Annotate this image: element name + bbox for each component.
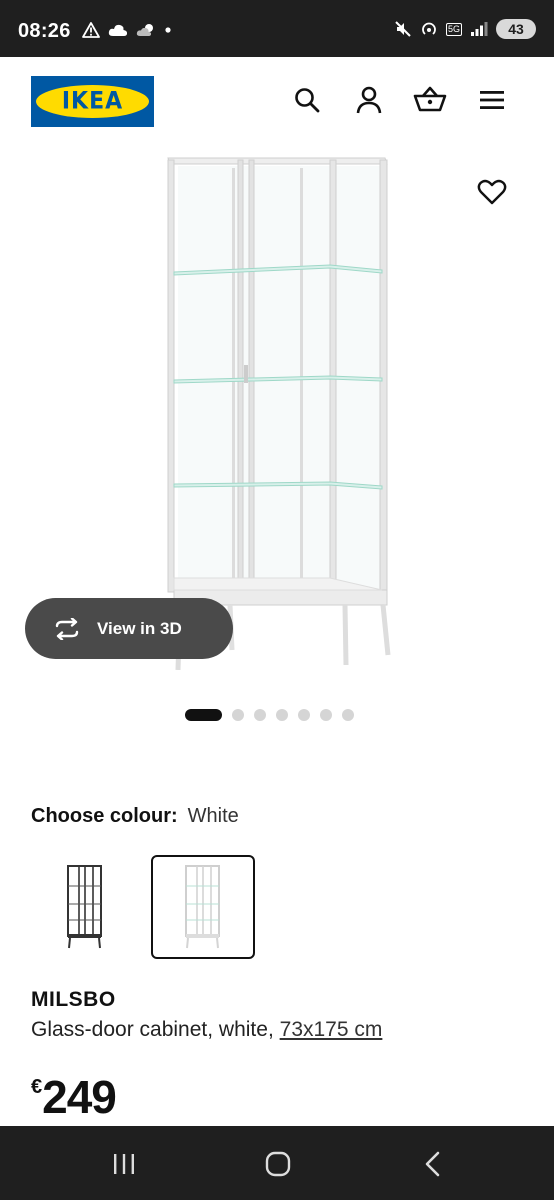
carousel-dot[interactable]: [342, 709, 354, 721]
black-cabinet-thumbnail: [67, 865, 102, 949]
logo-text: IKEA: [61, 87, 124, 116]
system-navigation-bar: [0, 1126, 554, 1200]
view-in-3d-label: View in 3D: [97, 618, 182, 638]
recent-apps-icon: [114, 1154, 134, 1174]
system-icons: 5G 43: [394, 19, 536, 39]
back-icon: [425, 1151, 440, 1177]
carousel-indicator: [185, 709, 354, 721]
price-currency: €: [31, 1076, 43, 1098]
carousel-dot[interactable]: [232, 709, 244, 721]
menu-icon: [480, 91, 504, 109]
notification-icons: [82, 22, 172, 38]
site-header: IKEA: [0, 57, 554, 147]
colour-label: Choose colour:: [31, 805, 178, 827]
battery-indicator: 43: [496, 19, 536, 39]
carousel-dot[interactable]: [320, 709, 332, 721]
status-bar: 08:26 5G 43: [0, 0, 554, 57]
product-description: Glass-door cabinet, white, 73x175 cm: [31, 1018, 382, 1042]
colour-swatch-black-brown[interactable]: [33, 855, 137, 959]
home-icon: [265, 1151, 291, 1177]
price-amount: 249: [42, 1071, 117, 1123]
carousel-dot[interactable]: [298, 709, 310, 721]
warning-icon: [82, 22, 100, 38]
rotate-3d-icon: [55, 617, 79, 640]
menu-button[interactable]: [475, 83, 509, 117]
cabinet-illustration: [167, 157, 391, 671]
recent-apps-button[interactable]: [106, 1148, 142, 1180]
status-time: 08:26: [18, 20, 71, 42]
back-button[interactable]: [415, 1148, 451, 1180]
basket-button[interactable]: [413, 83, 447, 117]
product-dimensions-link[interactable]: 73x175 cm: [280, 1018, 383, 1041]
account-icon: [356, 86, 382, 114]
network-type-badge: 5G: [445, 22, 462, 36]
search-icon: [295, 88, 320, 113]
colour-chooser-heading: Choose colour: White: [31, 805, 239, 828]
product-type: Glass-door cabinet, white,: [31, 1018, 274, 1041]
carousel-dot-active[interactable]: [185, 709, 222, 721]
home-button[interactable]: [260, 1148, 296, 1180]
product-name: MILSBO: [31, 988, 116, 1011]
search-button[interactable]: [290, 83, 324, 117]
product-price: € 249: [31, 1070, 117, 1124]
cloud-icon: [108, 24, 128, 36]
mute-icon: [395, 21, 411, 37]
product-image[interactable]: [150, 150, 410, 671]
hotspot-icon: [422, 22, 436, 35]
weather-icon: [136, 24, 153, 36]
carousel-dot[interactable]: [276, 709, 288, 721]
colour-value: White: [187, 805, 239, 827]
battery-level: 43: [508, 21, 524, 37]
signal-icon: [471, 22, 488, 36]
white-cabinet-thumbnail: [185, 865, 220, 949]
account-button[interactable]: [352, 83, 386, 117]
logo-oval: IKEA: [36, 85, 149, 118]
wishlist-button[interactable]: [474, 174, 510, 210]
view-in-3d-button[interactable]: View in 3D: [25, 598, 233, 659]
dot-icon: [165, 27, 171, 33]
ikea-logo[interactable]: IKEA: [31, 76, 154, 127]
carousel-dot[interactable]: [254, 709, 266, 721]
heart-icon: [477, 179, 507, 205]
basket-icon: [413, 86, 447, 112]
colour-swatch-white[interactable]: [151, 855, 255, 959]
